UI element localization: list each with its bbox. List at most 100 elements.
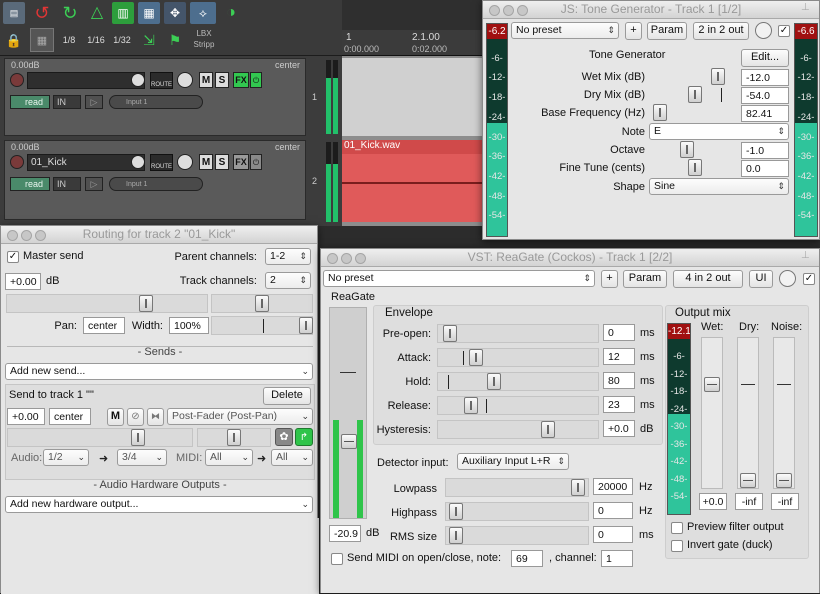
preset-select[interactable]: No preset ⇕: [323, 270, 595, 287]
track-1-panel[interactable]: 0.00dB center ROUTE M S FX ⏻ read IN ▷ I…: [4, 58, 306, 136]
attack-slider-track[interactable]: [437, 348, 599, 367]
media-item[interactable]: 01_Kick.wav: [342, 140, 482, 222]
threshold-knob[interactable]: [341, 434, 357, 449]
send-phase-button[interactable]: ⊘: [127, 408, 144, 426]
automation-mode-button[interactable]: read: [10, 177, 50, 191]
add-send-select[interactable]: Add new send... ⌄: [5, 363, 313, 380]
audio-source-select[interactable]: 1/2 ⌄: [43, 449, 89, 466]
base-frequency-field[interactable]: 82.41: [741, 105, 789, 122]
highpass-slider-knob[interactable]: [449, 503, 463, 520]
routing-titlebar[interactable]: Routing for track 2 "01_Kick": [1, 226, 317, 244]
fx-button[interactable]: FX: [233, 154, 249, 170]
grid-1-16-button[interactable]: 1/16: [84, 28, 108, 52]
ui-button[interactable]: UI: [749, 270, 773, 288]
pan-field[interactable]: center: [83, 317, 125, 334]
midi-note-field[interactable]: 69: [511, 550, 543, 567]
add-preset-button[interactable]: +: [601, 270, 618, 288]
mouse-edit-icon[interactable]: ✥: [164, 2, 186, 24]
grid-1-8-button[interactable]: 1/8: [58, 28, 80, 52]
pan-slider-knob[interactable]: [255, 295, 269, 312]
hold-field[interactable]: 80: [603, 372, 635, 389]
zoom-button[interactable]: [355, 253, 366, 264]
note-select[interactable]: E ⇕: [649, 123, 789, 140]
pre-open-slider-track[interactable]: [437, 324, 599, 343]
hold-slider-knob[interactable]: [487, 373, 501, 390]
reagate-window[interactable]: VST: ReaGate (Cockos) - Track 1 [2/2] ⊥ …: [320, 248, 820, 593]
send-volume-slider-track[interactable]: [7, 428, 193, 447]
send-mute-button[interactable]: M: [107, 408, 124, 426]
cursor-icon[interactable]: ⇲: [138, 28, 160, 52]
track-name-field[interactable]: [27, 72, 145, 89]
tone-generator-window[interactable]: JS: Tone Generator - Track 1 [1/2] ⊥ -6.…: [482, 0, 820, 240]
bypass-checkbox[interactable]: ✓: [803, 273, 815, 285]
volume-slider-knob[interactable]: [139, 295, 153, 312]
volume-knob[interactable]: [131, 73, 145, 87]
threshold-fader[interactable]: [329, 307, 367, 519]
bypass-checkbox[interactable]: ✓: [778, 25, 790, 37]
octave-slider[interactable]: [680, 141, 694, 158]
pre-open-slider-knob[interactable]: [443, 325, 457, 342]
solo-button[interactable]: S: [215, 154, 229, 170]
attack-slider-knob[interactable]: [469, 349, 483, 366]
loop-icon[interactable]: ◑: [220, 2, 242, 24]
fine-tune-slider[interactable]: [688, 159, 702, 176]
preset-select[interactable]: No preset ⇕: [511, 22, 619, 39]
monitor-icon[interactable]: ▷: [85, 95, 103, 109]
midi-dest-select[interactable]: All ⌄: [271, 449, 313, 466]
rms-size-field[interactable]: 0: [593, 526, 633, 543]
routing-window[interactable]: Routing for track 2 "01_Kick" ✓ Master s…: [0, 225, 319, 594]
rms-size-slider-track[interactable]: [445, 526, 589, 545]
dry-mix-field[interactable]: -54.0: [741, 87, 789, 104]
highpass-field[interactable]: 0: [593, 502, 633, 519]
send-midi-checkbox[interactable]: [331, 553, 343, 565]
grid-1-32-button[interactable]: 1/32: [110, 28, 134, 52]
preview-filter-checkbox[interactable]: [671, 522, 683, 534]
volume-knob[interactable]: [131, 155, 145, 169]
add-preset-button[interactable]: +: [625, 22, 642, 40]
input-mode-button[interactable]: IN: [53, 95, 81, 109]
track-2-panel[interactable]: 0.00dB center 01_Kick ROUTE M S FX ⏻ rea…: [4, 140, 306, 220]
attack-field[interactable]: 12: [603, 348, 635, 365]
pre-open-field[interactable]: 0: [603, 324, 635, 341]
minimize-button[interactable]: [341, 253, 352, 264]
repeat-icon[interactable]: ↻: [58, 2, 82, 24]
action-icon[interactable]: ⚑: [164, 28, 186, 52]
release-field[interactable]: 23: [603, 396, 635, 413]
timeline-ruler[interactable]: 1 0:00.000 2.1.00 0:02.000: [342, 0, 482, 56]
track-1-lane[interactable]: [342, 58, 482, 136]
close-button[interactable]: [7, 230, 18, 241]
wet-knob[interactable]: [755, 22, 772, 39]
wet-field[interactable]: +0.0: [699, 493, 727, 510]
lowpass-slider-knob[interactable]: [571, 479, 585, 496]
send-mono-button[interactable]: ⧓: [147, 408, 164, 426]
send-volume-field[interactable]: +0.00: [7, 408, 45, 425]
param-button[interactable]: Param: [647, 22, 687, 40]
input-mode-button[interactable]: IN: [53, 177, 81, 191]
record-arm-button[interactable]: [10, 73, 24, 87]
volume-field[interactable]: +0.00: [5, 273, 41, 290]
dry-fader-knob[interactable]: [740, 473, 756, 488]
route-button[interactable]: ROUTE: [150, 72, 173, 89]
parent-channels-select[interactable]: 1-2 ⇕: [265, 248, 311, 265]
send-volume-slider-knob[interactable]: [131, 429, 145, 446]
grid-snap-icon[interactable]: ▦: [138, 2, 160, 24]
width-slider-knob[interactable]: [299, 317, 313, 334]
shape-select[interactable]: Sine ⇕: [649, 178, 789, 195]
detector-input-select[interactable]: Auxiliary Input L+R ⇕: [457, 453, 569, 470]
dry-field[interactable]: -inf: [735, 493, 763, 510]
threshold-field[interactable]: -20.9: [329, 525, 361, 542]
wet-fader-knob[interactable]: [704, 377, 720, 392]
add-hardware-output-select[interactable]: Add new hardware output... ⌄: [5, 496, 313, 513]
metronome-icon[interactable]: △: [86, 2, 108, 24]
mute-button[interactable]: M: [199, 154, 213, 170]
fx-bypass-icon[interactable]: ⏻: [250, 72, 262, 88]
ripple-edit-icon[interactable]: ▥: [112, 2, 134, 24]
hysteresis-slider-knob[interactable]: [541, 421, 555, 438]
dry-fader-track[interactable]: [737, 337, 759, 489]
undo-loop-icon[interactable]: ↺: [30, 2, 54, 24]
release-slider-track[interactable]: [437, 396, 599, 415]
automation-mode-button[interactable]: read: [10, 95, 50, 109]
midi-channel-field[interactable]: 1: [601, 550, 633, 567]
send-pan-field[interactable]: center: [49, 408, 91, 425]
invert-gate-checkbox[interactable]: [671, 540, 683, 552]
